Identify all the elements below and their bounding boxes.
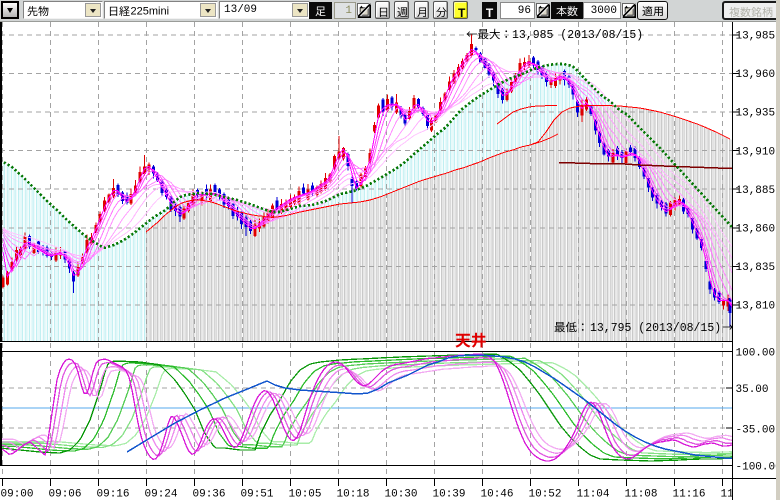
svg-text:35.00: 35.00 [736, 384, 769, 396]
svg-text:09:16: 09:16 [97, 489, 130, 500]
svg-text:10:46: 10:46 [481, 489, 514, 500]
svg-text:-100.00: -100.00 [736, 462, 780, 474]
svg-text:100.00: 100.00 [736, 348, 776, 360]
svg-text:09:00: 09:00 [1, 489, 34, 500]
svg-text:13,885: 13,885 [736, 185, 776, 197]
svg-text:10:39: 10:39 [433, 489, 466, 500]
svg-text:13,835: 13,835 [736, 262, 776, 274]
svg-text:09:51: 09:51 [241, 489, 274, 500]
svg-text:13,810: 13,810 [736, 301, 776, 313]
svg-text:13,935: 13,935 [736, 108, 776, 120]
svg-text:09:06: 09:06 [49, 489, 82, 500]
svg-text:13,910: 13,910 [736, 146, 776, 158]
svg-text:-35.00: -35.00 [736, 424, 776, 436]
svg-text:10:05: 10:05 [289, 489, 322, 500]
svg-text:10:18: 10:18 [337, 489, 370, 500]
svg-text:13,860: 13,860 [736, 224, 776, 236]
svg-text:10:52: 10:52 [529, 489, 562, 500]
svg-text:13,795 (2013/08/15): 13,795 (2013/08/15) [590, 322, 721, 335]
svg-text:11:16: 11:16 [673, 489, 706, 500]
svg-text:13,985: 13,985 [736, 31, 776, 43]
svg-text:09:24: 09:24 [145, 489, 178, 500]
svg-text:10:30: 10:30 [385, 489, 418, 500]
svg-text:11:04: 11:04 [577, 489, 610, 500]
svg-text:13,985 (2013/08/15): 13,985 (2013/08/15) [512, 29, 643, 42]
svg-text:11:08: 11:08 [625, 489, 658, 500]
svg-text:13,960: 13,960 [736, 69, 776, 81]
svg-text:09:36: 09:36 [193, 489, 226, 500]
svg-text:225mini: 225mini [131, 6, 170, 18]
